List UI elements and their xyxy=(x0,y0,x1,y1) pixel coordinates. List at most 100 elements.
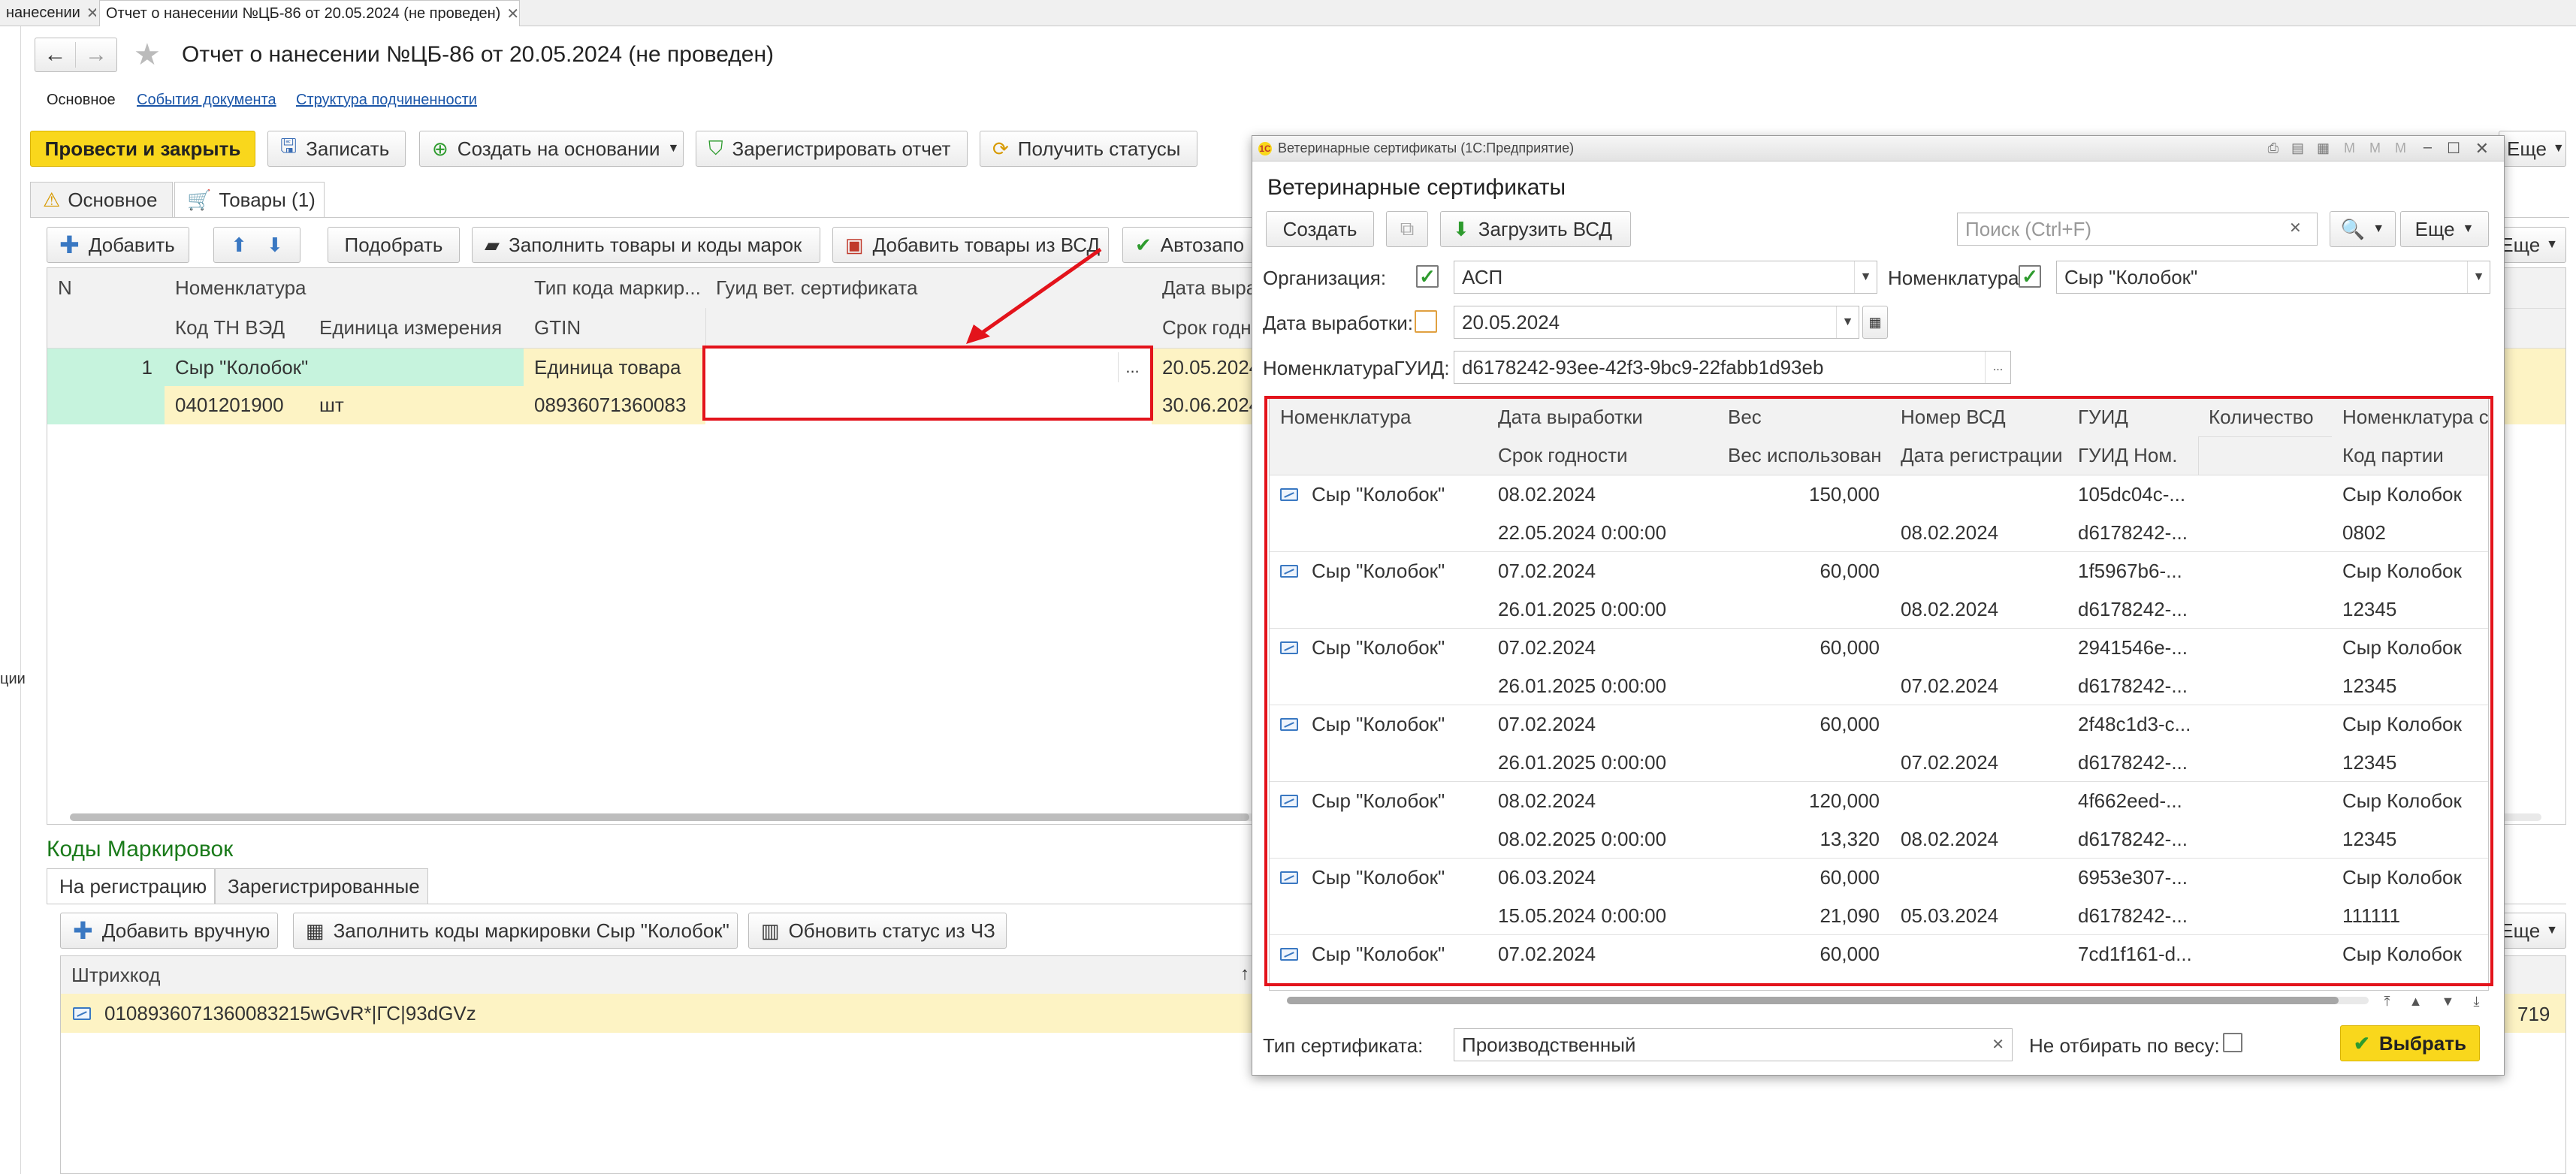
move-up-icon[interactable]: ⬆ xyxy=(231,234,247,257)
back-arrow-icon[interactable]: ← xyxy=(35,42,76,68)
table-row[interactable]: Сыр "Колобок" 08.02.2024 120,000 4f662ee… xyxy=(1270,782,2488,859)
tab-registered[interactable]: Зарегистрированные xyxy=(215,868,428,904)
close-icon[interactable]: ✕ xyxy=(86,4,96,23)
nom-checkbox[interactable]: ✓ xyxy=(2019,265,2041,288)
col-gtin[interactable]: GTIN xyxy=(524,308,705,348)
doc-more-button[interactable]: Еще ▼ xyxy=(2499,131,2566,167)
memory-minus-icon[interactable]: M xyxy=(2395,140,2406,156)
table-row[interactable]: Сыр "Колобок" 06.03.2024 60,000 6953e307… xyxy=(1270,859,2488,935)
org-checkbox[interactable]: ✓ xyxy=(1416,265,1439,288)
table-row[interactable]: Сыр "Колобок" 07.02.2024 60,000 1f5967b6… xyxy=(1270,552,2488,629)
close-icon[interactable]: ✕ xyxy=(506,5,519,23)
org-field[interactable]: АСП ▼ xyxy=(1454,261,1877,294)
search-input[interactable]: Поиск (Ctrl+F) xyxy=(1957,213,2318,246)
fill-codes-button[interactable]: ▦ Заполнить коды маркировки Сыр "Колобок" xyxy=(293,913,738,949)
pick-button[interactable]: Подобрать xyxy=(328,227,460,263)
add-goods-button[interactable]: ✚ Добавить xyxy=(47,227,189,263)
clear-search-icon[interactable]: ✕ xyxy=(2289,219,2302,237)
col-expiry[interactable]: Срок годности xyxy=(1487,436,1717,475)
nav-structure-link[interactable]: Структура подчиненности xyxy=(296,92,477,109)
minimize-icon[interactable]: – xyxy=(2423,139,2432,156)
maximize-icon[interactable]: ☐ xyxy=(2447,139,2460,158)
col-nomenclature-s[interactable]: Номенклатура с xyxy=(2332,398,2488,436)
date-field[interactable]: 20.05.2024 ▼ xyxy=(1454,306,1859,339)
chevron-down-icon[interactable]: ▼ xyxy=(1836,306,1859,338)
col-nomenclature[interactable]: Номенклатура xyxy=(165,268,524,308)
search-button[interactable]: 🔍 ▼ xyxy=(2330,211,2396,247)
col-code-type[interactable]: Тип кода маркир... xyxy=(524,268,705,308)
last-page-icon[interactable]: ⤓ xyxy=(2473,994,2479,1010)
fill-goods-codes-button[interactable]: ▰ Заполнить товары и коды марок xyxy=(472,227,820,263)
table-row[interactable]: Сыр "Колобок" 07.02.2024 60,000 2941546e… xyxy=(1270,629,2488,705)
col-guid[interactable]: ГУИД xyxy=(2067,398,2198,436)
calendar-icon[interactable]: ▦ xyxy=(2317,140,2330,156)
col-n[interactable]: N xyxy=(47,268,165,308)
no-weight-checkbox[interactable] xyxy=(2223,1033,2242,1052)
create-button[interactable]: Создать xyxy=(1266,211,1374,247)
memory-plus-icon[interactable]: M xyxy=(2369,140,2381,156)
tab-goods[interactable]: 🛒 Товары (1) xyxy=(174,182,325,218)
page-up-icon[interactable]: ▲ xyxy=(2409,994,2423,1010)
select-button[interactable]: ✔ Выбрать xyxy=(2340,1025,2480,1061)
row-gtin[interactable]: 08936071360083 xyxy=(524,386,705,424)
page-down-icon[interactable]: ▼ xyxy=(2442,994,2455,1010)
register-report-button[interactable]: ⛉ Зарегистрировать отчет xyxy=(696,131,968,167)
document-tab-active[interactable]: Отчет о нанесении №ЦБ-86 от 20.05.2024 (… xyxy=(99,0,520,26)
close-icon[interactable]: ✕ xyxy=(2475,139,2489,158)
star-icon[interactable]: ★ xyxy=(134,38,161,72)
nav-events-link[interactable]: События документа xyxy=(137,92,276,109)
table-row[interactable]: Сыр "Колобок" 07.02.2024 60,000 2f48c1d3… xyxy=(1270,705,2488,782)
col-vsd-number[interactable]: Номер ВСД xyxy=(1890,398,2067,436)
move-down-icon[interactable]: ⬇ xyxy=(267,234,283,257)
col-quantity[interactable]: Количество xyxy=(2198,398,2332,436)
table-row[interactable]: Сыр "Колобок" 07.02.2024 60,000 7cd1f161… xyxy=(1270,935,2488,990)
save-button[interactable]: 🖫 Записать xyxy=(267,131,406,167)
nom-field[interactable]: Сыр "Колобок" ▼ xyxy=(2056,261,2490,294)
date-checkbox[interactable] xyxy=(1415,310,1437,333)
tab-main[interactable]: ⚠ Основное xyxy=(30,182,173,218)
scrollbar-thumb[interactable] xyxy=(1287,997,2339,1004)
chevron-down-icon[interactable]: ▼ xyxy=(1854,261,1877,293)
cert-type-field[interactable]: Производственный ✕ xyxy=(1454,1028,2013,1061)
row-tn-ved[interactable]: 0401201900 xyxy=(165,386,309,424)
col-nomenclature[interactable]: Номенклатура xyxy=(1270,398,1487,436)
col-tn-ved[interactable]: Код ТН ВЭД xyxy=(165,308,309,348)
col-guid-nom[interactable]: ГУИД Ном. xyxy=(2067,436,2198,475)
row-vet-guid-select-button[interactable]: ... xyxy=(1118,352,1146,382)
guid-field[interactable]: d6178242-93ee-42f3-9bc9-22fabb1d93eb ... xyxy=(1454,351,2011,384)
row-code-type[interactable]: Единица товара xyxy=(524,349,705,386)
row-unit[interactable]: шт xyxy=(309,386,524,424)
update-status-button[interactable]: ▥ Обновить статус из ЧЗ xyxy=(748,913,1007,949)
sort-icon[interactable]: ↑ xyxy=(1240,964,1249,985)
create-based-on-button[interactable]: ⊕ Создать на основании ▼ xyxy=(419,131,684,167)
chevron-down-icon[interactable]: ▼ xyxy=(2467,261,2490,293)
add-manual-button[interactable]: ✚ Добавить вручную xyxy=(60,913,278,949)
col-unit[interactable]: Единица измерения xyxy=(309,308,524,348)
table-row[interactable]: Сыр "Колобок" 08.02.2024 150,000 105dc04… xyxy=(1270,475,2488,552)
load-vsd-button[interactable]: ⬇ Загрузить ВСД xyxy=(1440,211,1631,247)
post-and-close-button[interactable]: Провести и закрыть xyxy=(30,131,255,167)
col-weight[interactable]: Вес xyxy=(1717,398,1890,436)
autofill-button[interactable]: ✔ Автозапо xyxy=(1122,227,1258,263)
clear-icon[interactable]: ✕ xyxy=(1992,1035,2004,1054)
get-statuses-button[interactable]: ⟳ Получить статусы xyxy=(980,131,1197,167)
forward-arrow-icon[interactable]: → xyxy=(76,42,116,68)
copy-button[interactable]: ⧉ xyxy=(1386,211,1428,247)
col-prod-date[interactable]: Дата выработки xyxy=(1487,398,1717,436)
calculator-icon[interactable]: ▤ xyxy=(2291,140,2304,156)
guid-select-button[interactable]: ... xyxy=(1985,352,2010,383)
nav-main[interactable]: Основное xyxy=(47,92,116,109)
calendar-icon[interactable]: ▦ xyxy=(1862,306,1888,339)
row-nomenclature[interactable]: Сыр "Колобок" xyxy=(165,349,524,386)
memory-m-icon[interactable]: M xyxy=(2344,140,2355,156)
col-batch-code[interactable]: Код партии xyxy=(2332,436,2488,475)
print-icon[interactable]: ⎙ xyxy=(2268,140,2279,156)
tab-registration[interactable]: На регистрацию xyxy=(47,868,215,904)
dialog-more-button[interactable]: Еще ▼ xyxy=(2400,211,2489,247)
certificates-scrollbar[interactable] xyxy=(1287,997,2369,1004)
scrollbar-thumb[interactable] xyxy=(70,813,1249,821)
col-reg-date[interactable]: Дата регистрации xyxy=(1890,436,2067,475)
col-weight-used[interactable]: Вес использован xyxy=(1717,436,1890,475)
document-tab-prev[interactable]: нанесении ✕ xyxy=(0,0,96,26)
row-vet-guid-field[interactable] xyxy=(705,349,1152,424)
